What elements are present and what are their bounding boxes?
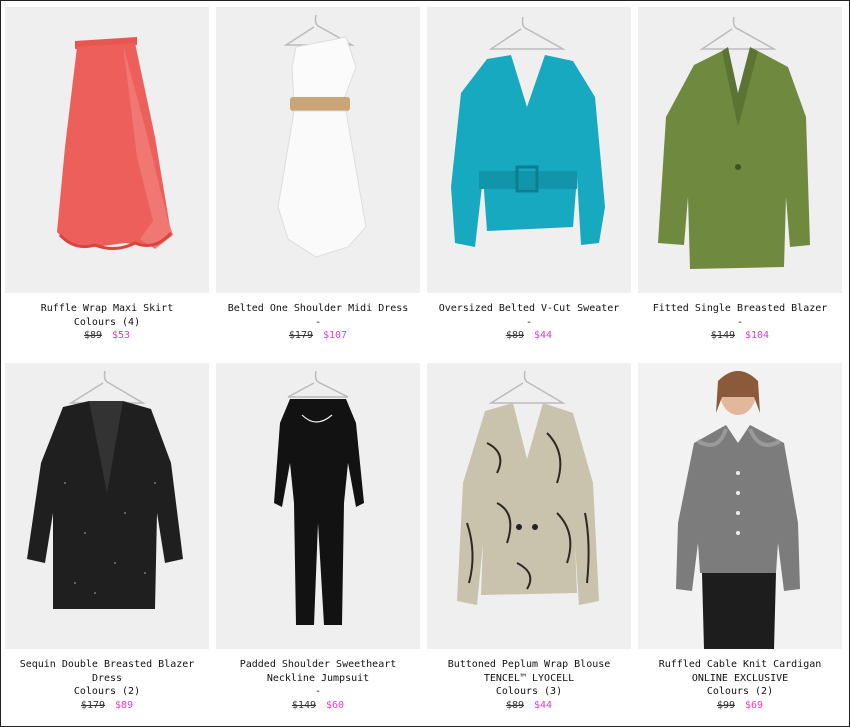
sale-price: $44 [534, 330, 553, 341]
product-image[interactable] [638, 7, 842, 293]
original-price: $89 [505, 699, 524, 711]
product-badge: ONLINE EXCLUSIVE [691, 672, 789, 684]
product-info: Fitted Single Breasted Blazer - $149 $104 [638, 293, 842, 363]
product-name[interactable]: Ruffled Cable Knit Cardigan [638, 658, 842, 672]
product-card[interactable]: Ruffle Wrap Maxi Skirt Colours (4) $89 $5… [5, 7, 209, 363]
sale-price: $104 [745, 330, 770, 341]
product-price: $179 $89 [5, 699, 209, 713]
product-name[interactable]: Padded Shoulder Sweetheart [216, 658, 420, 672]
original-price: $89 [83, 330, 102, 341]
black-jumpsuit-illustration [216, 363, 420, 649]
product-name-line2[interactable]: Dress [5, 672, 209, 686]
original-price: $179 [80, 699, 106, 711]
product-card[interactable]: Oversized Belted V-Cut Sweater - $89 $44 [427, 7, 631, 363]
product-name[interactable]: Ruffle Wrap Maxi Skirt [5, 302, 209, 316]
product-card[interactable]: Buttoned Peplum Wrap Blouse TENCEL™ LYOC… [427, 363, 631, 719]
product-colours: Colours (4) [73, 316, 141, 328]
sequin-blazer-illustration [5, 363, 209, 649]
product-image[interactable] [216, 7, 420, 293]
product-colours: - [736, 316, 744, 328]
page-frame: Ruffle Wrap Maxi Skirt Colours (4) $89 $5… [0, 0, 850, 727]
product-price: $149 $60 [216, 699, 420, 713]
product-colours: - [314, 686, 322, 697]
product-grid: Ruffle Wrap Maxi Skirt Colours (4) $89 $5… [5, 7, 842, 719]
product-colours: Colours (2) [706, 686, 774, 697]
grey-cardigan-illustration [638, 363, 842, 649]
product-info: Oversized Belted V-Cut Sweater - $89 $44 [427, 293, 631, 363]
product-info: Padded Shoulder Sweetheart Neckline Jump… [216, 649, 420, 719]
product-image[interactable] [216, 363, 420, 649]
sale-price: $69 [745, 699, 764, 711]
product-info: Ruffle Wrap Maxi Skirt Colours (4) $89 $5… [5, 293, 209, 363]
product-name-line2: TENCEL™ LYOCELL [483, 672, 575, 684]
product-card[interactable]: Ruffled Cable Knit Cardigan ONLINE EXCLU… [638, 363, 842, 719]
product-name[interactable]: Oversized Belted V-Cut Sweater [427, 302, 631, 316]
product-image[interactable] [5, 363, 209, 649]
product-price: $89 $44 [427, 329, 631, 343]
product-colours: Colours (2) [73, 686, 141, 697]
product-name[interactable]: Sequin Double Breasted Blazer [5, 658, 209, 672]
original-price: $179 [288, 330, 313, 341]
sale-price: $89 [115, 699, 134, 711]
olive-blazer-illustration [638, 7, 842, 293]
product-colours: - [525, 316, 533, 328]
white-dress-illustration [216, 7, 420, 293]
product-colours: - [314, 316, 322, 328]
sale-price: $107 [323, 330, 348, 341]
product-info: Belted One Shoulder Midi Dress - $179 $10… [216, 293, 420, 363]
product-image[interactable] [427, 7, 631, 293]
product-price: $149 $104 [638, 329, 842, 343]
original-price: $99 [716, 699, 735, 711]
product-price: $89 $53 [5, 329, 209, 343]
product-price: $99 $69 [638, 699, 842, 713]
product-info: Ruffled Cable Knit Cardigan ONLINE EXCLU… [638, 649, 842, 719]
product-image[interactable] [638, 363, 842, 649]
original-price: $89 [505, 330, 524, 341]
sale-price: $53 [112, 330, 131, 341]
product-card[interactable]: Padded Shoulder Sweetheart Neckline Jump… [216, 363, 420, 719]
sale-price: $60 [326, 699, 345, 711]
product-name[interactable]: Fitted Single Breasted Blazer [638, 302, 842, 316]
product-info: Buttoned Peplum Wrap Blouse TENCEL™ LYOC… [427, 649, 631, 719]
product-card[interactable]: Sequin Double Breasted Blazer Dress Colo… [5, 363, 209, 719]
product-name[interactable]: Belted One Shoulder Midi Dress [216, 302, 420, 316]
product-image[interactable] [5, 7, 209, 293]
product-price: $179 $107 [216, 329, 420, 343]
product-name[interactable]: Buttoned Peplum Wrap Blouse [427, 658, 631, 672]
teal-sweater-illustration [427, 7, 631, 293]
coral-skirt-illustration [5, 7, 209, 293]
zebra-blouse-illustration [427, 363, 631, 649]
product-card[interactable]: Fitted Single Breasted Blazer - $149 $104 [638, 7, 842, 363]
original-price: $149 [710, 330, 735, 341]
original-price: $149 [291, 699, 317, 711]
product-card[interactable]: Belted One Shoulder Midi Dress - $179 $10… [216, 7, 420, 363]
product-name-line2[interactable]: Neckline Jumpsuit [216, 672, 420, 686]
product-colours: Colours (3) [495, 686, 563, 697]
sale-price: $44 [534, 699, 553, 711]
product-image[interactable] [427, 363, 631, 649]
product-info: Sequin Double Breasted Blazer Dress Colo… [5, 649, 209, 719]
product-price: $89 $44 [427, 699, 631, 713]
